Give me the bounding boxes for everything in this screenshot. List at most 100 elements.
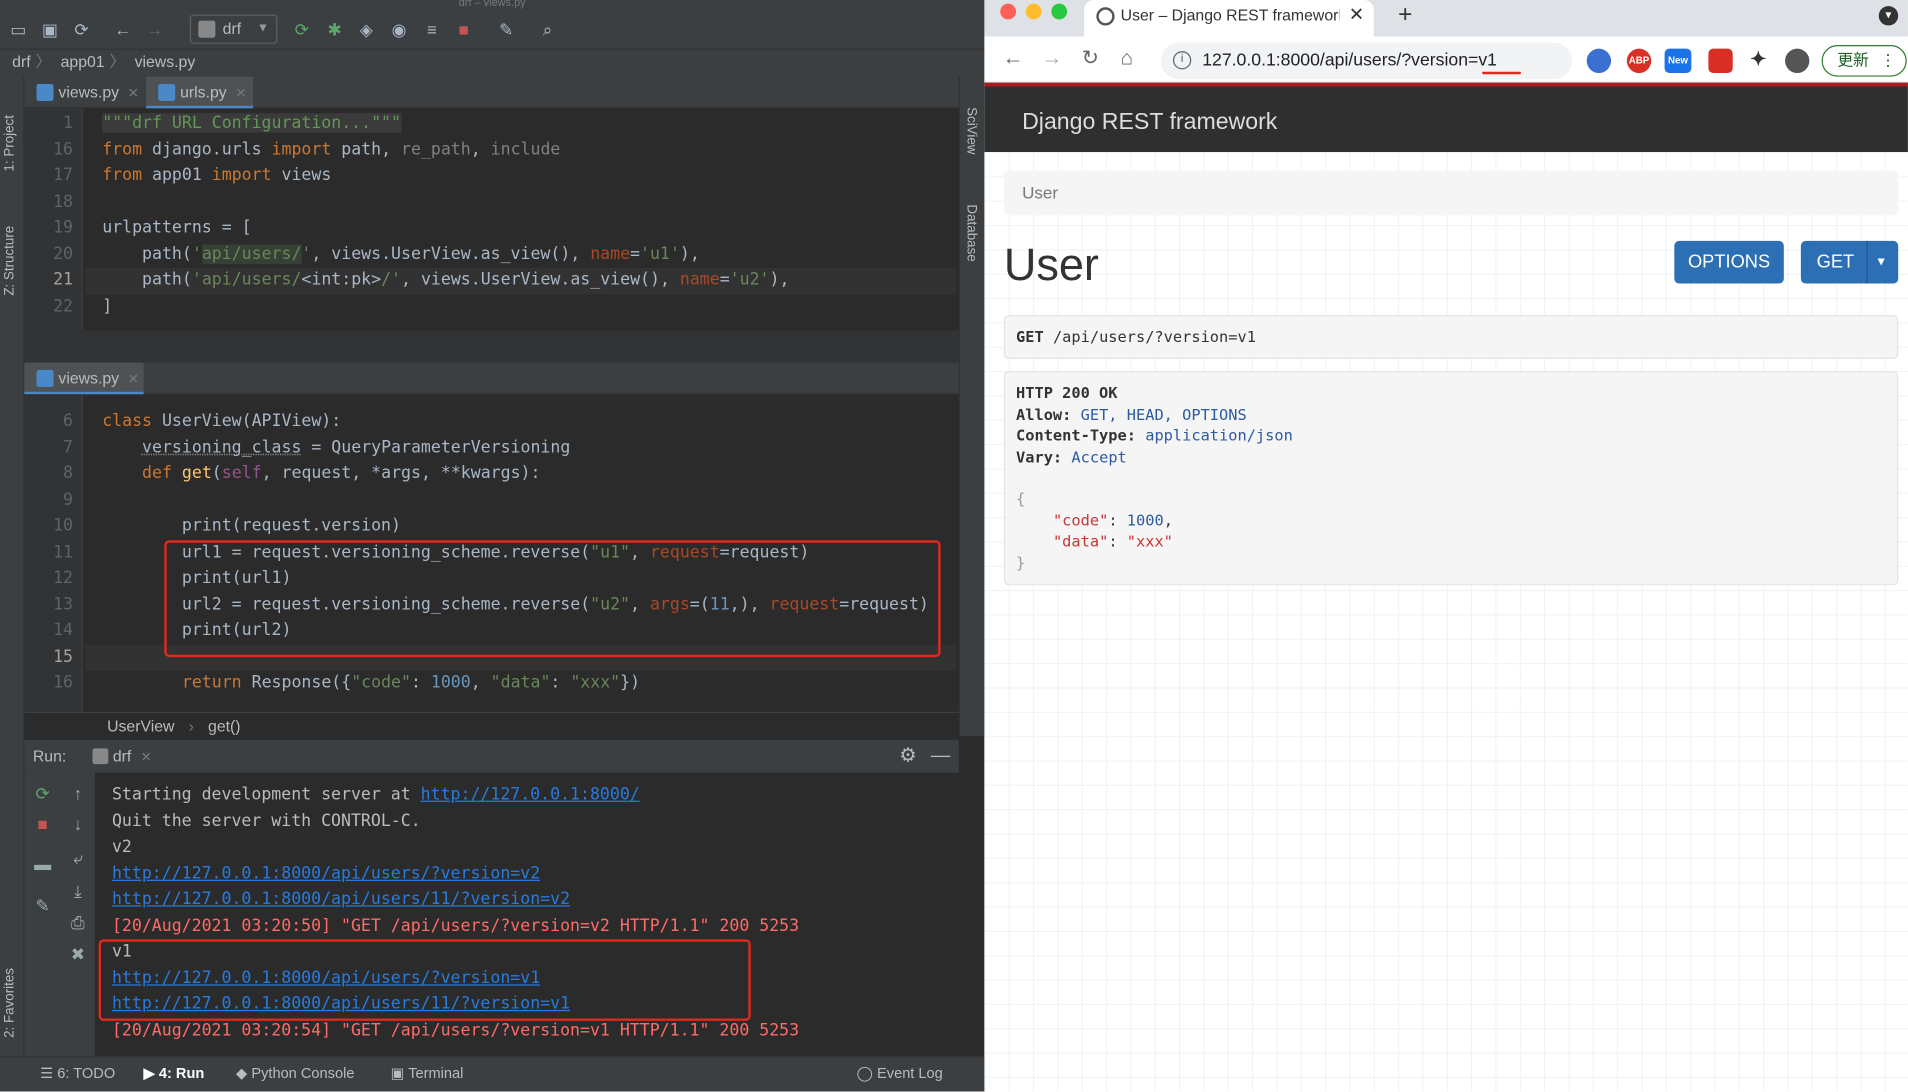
response-header: Allow: GET, HEAD, OPTIONS: [1016, 403, 1247, 424]
editor-tab-views[interactable]: views.py ✕: [24, 362, 144, 395]
adblock-extension-icon[interactable]: ABP: [1626, 48, 1652, 74]
editor-tab-urls[interactable]: urls.py ✕: [146, 76, 254, 109]
options-button[interactable]: OPTIONS: [1674, 240, 1784, 284]
python-console-label: Python Console: [251, 1064, 355, 1082]
profile-icon[interactable]: ◉: [387, 17, 411, 41]
close-window-button[interactable]: [1000, 3, 1017, 20]
breadcrumb-project[interactable]: drf: [12, 52, 30, 70]
console-line: [20/Aug/2021 03:20:54] "GET /api/users/?…: [111, 1020, 800, 1040]
code-line: from app01 import views: [102, 165, 332, 185]
breadcrumb-folder[interactable]: app01: [61, 52, 105, 70]
close-icon[interactable]: ✕: [235, 86, 246, 101]
line-number: 12: [53, 568, 74, 588]
pin-icon[interactable]: ✎: [32, 894, 54, 916]
scroll-to-end-icon[interactable]: ⤓: [67, 880, 89, 902]
red-extension-icon[interactable]: [1708, 48, 1733, 74]
run-tab-label[interactable]: drf: [113, 747, 131, 765]
layout-icon[interactable]: ▬: [32, 853, 54, 875]
line-number: 19: [53, 217, 74, 238]
close-icon[interactable]: ✕: [141, 751, 152, 766]
puzzle-extensions-icon[interactable]: ✦: [1746, 49, 1770, 73]
python-icon: [198, 20, 216, 38]
editor2-code-area[interactable]: class UserView(APIView): versioning_clas…: [85, 394, 957, 712]
forward-icon[interactable]: →: [142, 17, 166, 41]
forward-icon[interactable]: →: [1042, 46, 1063, 70]
structure-tool-button[interactable]: Z: Structure: [2, 198, 17, 296]
python-icon: [92, 748, 109, 765]
line-number-current: 15: [53, 646, 74, 667]
close-tab-icon[interactable]: ✕: [1349, 0, 1364, 32]
tab-search-icon[interactable]: ▾: [1878, 6, 1899, 26]
url-text: 127.0.0.1:8000/api/users/?version=v1: [1202, 51, 1497, 71]
new-extension-label: New: [1667, 54, 1688, 66]
line-number: 16: [53, 672, 74, 693]
minimize-icon[interactable]: —: [931, 740, 950, 773]
new-extension-icon[interactable]: New: [1664, 48, 1692, 74]
home-icon[interactable]: ⌂: [1121, 46, 1134, 70]
close-icon[interactable]: ✕: [128, 372, 139, 387]
stop-icon[interactable]: ■: [32, 813, 54, 835]
run-console-output[interactable]: Starting development server at http://12…: [97, 772, 959, 1057]
header-name: Content-Type:: [1016, 425, 1136, 445]
editor-splitter[interactable]: [24, 330, 959, 363]
console-link[interactable]: http://127.0.0.1:8000/api/users/11/?vers…: [112, 887, 570, 913]
line-number: 7: [63, 437, 74, 457]
maximize-window-button[interactable]: [1051, 3, 1068, 20]
reload-icon[interactable]: ↻: [1082, 46, 1099, 70]
favorites-tool-button[interactable]: 2: Favorites: [2, 941, 17, 1038]
breadcrumb-file[interactable]: views.py: [135, 52, 196, 70]
get-button[interactable]: GET ▼: [1800, 240, 1899, 284]
update-button[interactable]: 更新 ⋮: [1821, 45, 1907, 77]
todo-tool-button[interactable]: ☰ 6: TODO: [40, 1057, 115, 1089]
minimize-window-button[interactable]: [1025, 3, 1042, 20]
rerun-icon[interactable]: ⟳: [290, 17, 314, 41]
caret-down-icon[interactable]: ▼: [1875, 241, 1887, 284]
browser-tab[interactable]: User – Django REST framework ✕: [1084, 0, 1374, 37]
back-icon[interactable]: ←: [1003, 46, 1024, 70]
print-icon[interactable]: ⎙: [67, 911, 89, 933]
save-icon[interactable]: ▣: [38, 17, 62, 41]
breadcrumb-class[interactable]: UserView: [107, 717, 174, 735]
drf-brand[interactable]: Django REST framework: [1022, 110, 1277, 137]
rerun-icon[interactable]: ⟳: [32, 782, 54, 804]
editor1-code-area[interactable]: """drf URL Configuration...""" from djan…: [85, 108, 957, 331]
more-menu-icon[interactable]: ⋮: [1880, 46, 1896, 74]
concurrency-icon[interactable]: ≡: [420, 17, 444, 41]
sync-icon[interactable]: ⟳: [69, 17, 93, 41]
info-icon[interactable]: i: [1172, 51, 1192, 70]
new-tab-button[interactable]: +: [1398, 1, 1412, 29]
event-log-button[interactable]: ◯ Event Log: [857, 1057, 943, 1089]
database-tool-button[interactable]: Database: [964, 204, 979, 261]
gear-icon[interactable]: ⚙: [899, 740, 916, 773]
wrench-icon[interactable]: ✎: [494, 17, 518, 41]
editor-tab-views[interactable]: views.py ✕: [24, 77, 143, 109]
json-value: 1000: [1126, 510, 1164, 529]
breadcrumb-method[interactable]: get(): [208, 717, 241, 735]
run-configuration-select[interactable]: drf ▼: [189, 14, 278, 44]
translate-extension-icon[interactable]: [1586, 48, 1612, 74]
debug-icon[interactable]: ✱: [322, 17, 346, 41]
open-folder-icon[interactable]: ▭: [6, 17, 30, 41]
terminal-button[interactable]: ▣ Terminal: [391, 1057, 464, 1089]
scroll-down-icon[interactable]: ↓: [67, 813, 89, 835]
project-tool-button[interactable]: 1: Project: [2, 86, 17, 172]
line-number: 22: [53, 296, 74, 316]
coverage-icon[interactable]: ◈: [354, 17, 378, 41]
json-close-brace: }: [1016, 553, 1026, 572]
stop-icon[interactable]: ■: [451, 17, 475, 41]
trash-icon[interactable]: ✖: [67, 943, 89, 965]
json-row: "code": 1000,: [1052, 510, 1173, 529]
close-icon[interactable]: ✕: [128, 86, 139, 101]
console-link[interactable]: http://127.0.0.1:8000/api/users/?version…: [112, 861, 540, 887]
avatar[interactable]: [1785, 48, 1810, 74]
json-open-brace: {: [1016, 489, 1026, 508]
python-console-button[interactable]: ◆ Python Console: [236, 1057, 354, 1089]
console-link[interactable]: http://127.0.0.1:8000/: [421, 785, 640, 804]
search-icon[interactable]: ⌕: [535, 17, 559, 41]
back-icon[interactable]: ←: [111, 17, 135, 41]
scroll-up-icon[interactable]: ↑: [67, 782, 89, 804]
sciview-tool-button[interactable]: SciView: [964, 107, 979, 154]
run-tool-button[interactable]: ▶ 4: Run: [144, 1057, 205, 1089]
drf-breadcrumb[interactable]: User: [1003, 170, 1899, 216]
soft-wrap-icon[interactable]: ⤶: [67, 847, 89, 869]
